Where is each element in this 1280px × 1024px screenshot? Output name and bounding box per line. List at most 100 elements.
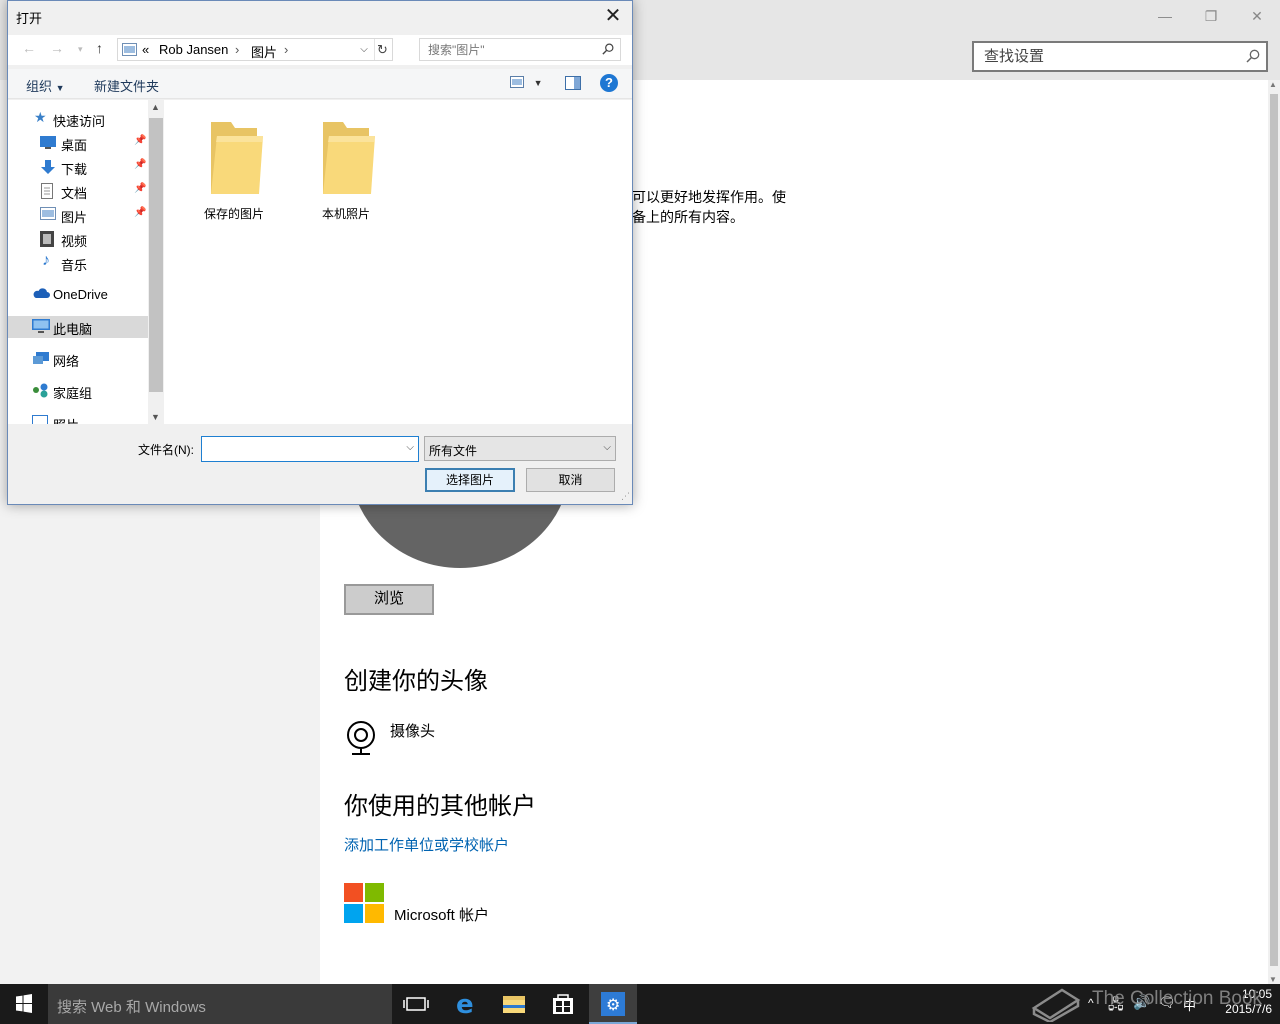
nav-label: 文档 — [61, 186, 88, 201]
dialog-close-button[interactable]: ✕ — [600, 3, 626, 29]
start-button[interactable] — [0, 984, 48, 1024]
breadcrumb-chevron-icon[interactable]: › — [235, 42, 239, 57]
add-work-account-link[interactable]: 添加工作单位或学校帐户 — [344, 834, 509, 855]
scroll-up-icon[interactable]: ▲ — [1269, 80, 1277, 89]
nav-label: 桌面 — [61, 138, 88, 153]
browse-button[interactable]: 浏览 — [344, 584, 434, 615]
select-picture-button[interactable]: 选择图片 — [425, 468, 515, 492]
taskbar-edge[interactable]: e — [442, 984, 490, 1024]
task-view-button[interactable] — [392, 984, 440, 1024]
taskbar-file-explorer[interactable] — [490, 984, 538, 1024]
dialog-title: 打开 — [16, 11, 43, 26]
computer-icon — [32, 319, 50, 335]
dialog-search-box[interactable] — [419, 38, 621, 61]
edge-icon: e — [456, 990, 474, 1020]
scrollbar-thumb[interactable] — [149, 118, 163, 392]
view-dropdown-icon[interactable]: ▼ — [534, 78, 543, 88]
video-icon — [40, 231, 56, 247]
address-prefix[interactable]: « — [142, 42, 149, 57]
microsoft-account-label: Microsoft 帐户 — [394, 907, 490, 924]
nav-item-photos[interactable]: 照片 — [8, 412, 148, 424]
taskbar-store[interactable] — [539, 984, 587, 1024]
minimize-button[interactable]: — — [1142, 4, 1188, 28]
nav-item-documents[interactable]: 文档 📌 — [8, 180, 148, 202]
organize-menu[interactable]: 组织 ▼ — [26, 76, 65, 95]
nav-item-homegroup[interactable]: 家庭组 — [8, 380, 148, 402]
watermark-text: The Collection Book — [1092, 988, 1263, 1009]
nav-item-desktop[interactable]: 桌面 📌 — [8, 132, 148, 154]
taskbar-search-box[interactable]: 搜索 Web 和 Windows — [48, 984, 392, 1024]
chevron-down-icon[interactable]: ⌵ — [356, 39, 372, 60]
forward-arrow-icon[interactable]: → — [50, 40, 64, 56]
nav-label: 网络 — [53, 354, 80, 369]
refresh-icon[interactable]: ↻ — [374, 39, 390, 60]
address-segment-pictures[interactable]: 图片 — [251, 42, 277, 61]
file-list-pane: 保存的图片 本机照片 — [164, 100, 632, 424]
svg-text:⚙: ⚙ — [606, 995, 620, 1014]
scroll-down-icon[interactable]: ▼ — [1269, 975, 1277, 984]
recent-locations-icon[interactable]: ▾ — [78, 44, 83, 55]
nav-pane-scrollbar[interactable]: ▲ ▼ — [148, 100, 164, 424]
scroll-up-icon[interactable]: ▲ — [151, 102, 160, 112]
restore-button[interactable]: ❐ — [1188, 4, 1234, 28]
settings-search-input[interactable] — [974, 43, 1224, 70]
description-line: 备上的所有内容。 — [632, 209, 744, 225]
filename-field[interactable]: ⌵ — [201, 436, 419, 462]
nav-item-quick-access[interactable]: ★ 快速访问 — [8, 108, 148, 130]
search-icon[interactable] — [1246, 49, 1260, 66]
dialog-search-input[interactable] — [420, 39, 596, 60]
pin-icon[interactable]: 📌 — [134, 207, 146, 218]
back-arrow-icon[interactable]: ← — [22, 40, 36, 56]
scrollbar-thumb[interactable] — [1270, 94, 1278, 966]
nav-item-videos[interactable]: 视频 — [8, 228, 148, 250]
up-arrow-icon[interactable]: ↑ — [96, 40, 103, 56]
folder-icon — [503, 996, 525, 1013]
microsoft-logo-icon — [344, 883, 384, 923]
nav-label: 视频 — [61, 234, 88, 249]
taskbar: 搜索 Web 和 Windows e ⚙ ^ 🖧 🔊 🗨 中 10:05 201… — [0, 984, 1280, 1024]
chevron-down-icon[interactable]: ⌵ — [406, 442, 414, 453]
nav-item-music[interactable]: ♪ 音乐 — [8, 252, 148, 274]
search-icon[interactable] — [602, 43, 614, 58]
cancel-button[interactable]: 取消 — [526, 468, 615, 492]
change-view-icon[interactable]: ▼ — [510, 76, 543, 91]
resize-grip-icon[interactable]: ⋰ — [621, 491, 630, 502]
nav-item-downloads[interactable]: 下载 📌 — [8, 156, 148, 178]
watermark-book-icon — [1030, 986, 1082, 1024]
preview-pane-icon[interactable] — [565, 76, 581, 93]
address-segment-user[interactable]: Rob Jansen — [159, 42, 228, 57]
address-bar[interactable]: « Rob Jansen › 图片 › ⌵ ↻ — [117, 38, 393, 61]
close-button[interactable]: ✕ — [1234, 4, 1280, 28]
document-icon — [40, 183, 56, 199]
breadcrumb-chevron-icon[interactable]: › — [284, 42, 288, 57]
scroll-down-icon[interactable]: ▼ — [151, 412, 160, 422]
file-type-select[interactable]: 所有文件 ⌵ — [424, 436, 616, 461]
folder-item[interactable]: 本机照片 — [306, 118, 386, 222]
pin-icon[interactable]: 📌 — [134, 159, 146, 170]
nav-item-onedrive[interactable]: OneDrive — [8, 284, 148, 306]
filename-label: 文件名(N): — [138, 443, 194, 457]
nav-label: 快速访问 — [53, 114, 106, 129]
nav-item-pictures[interactable]: 图片 📌 — [8, 204, 148, 226]
help-icon[interactable]: ? — [600, 74, 618, 92]
folder-label: 保存的图片 — [203, 207, 264, 221]
nav-item-network[interactable]: 网络 — [8, 348, 148, 370]
folder-item[interactable]: 保存的图片 — [194, 118, 274, 222]
windows-logo-icon — [16, 994, 32, 1013]
filename-input[interactable] — [202, 437, 392, 461]
other-accounts-heading: 你使用的其他帐户 — [344, 793, 536, 820]
nav-item-this-pc[interactable]: 此电脑 — [8, 316, 148, 338]
homegroup-icon — [32, 383, 48, 399]
folder-icon — [211, 122, 263, 194]
nav-label: 音乐 — [61, 258, 88, 273]
pictures-icon — [40, 207, 56, 223]
nav-label: 图片 — [61, 210, 88, 225]
new-folder-button[interactable]: 新建文件夹 — [94, 76, 159, 95]
pin-icon[interactable]: 📌 — [134, 135, 146, 146]
settings-search-box[interactable] — [972, 41, 1268, 72]
desktop-icon — [40, 135, 56, 151]
pin-icon[interactable]: 📌 — [134, 183, 146, 194]
taskbar-settings[interactable]: ⚙ — [589, 984, 637, 1024]
chevron-down-icon[interactable]: ⌵ — [603, 442, 611, 453]
settings-scrollbar[interactable]: ▲ ▼ — [1268, 80, 1280, 984]
